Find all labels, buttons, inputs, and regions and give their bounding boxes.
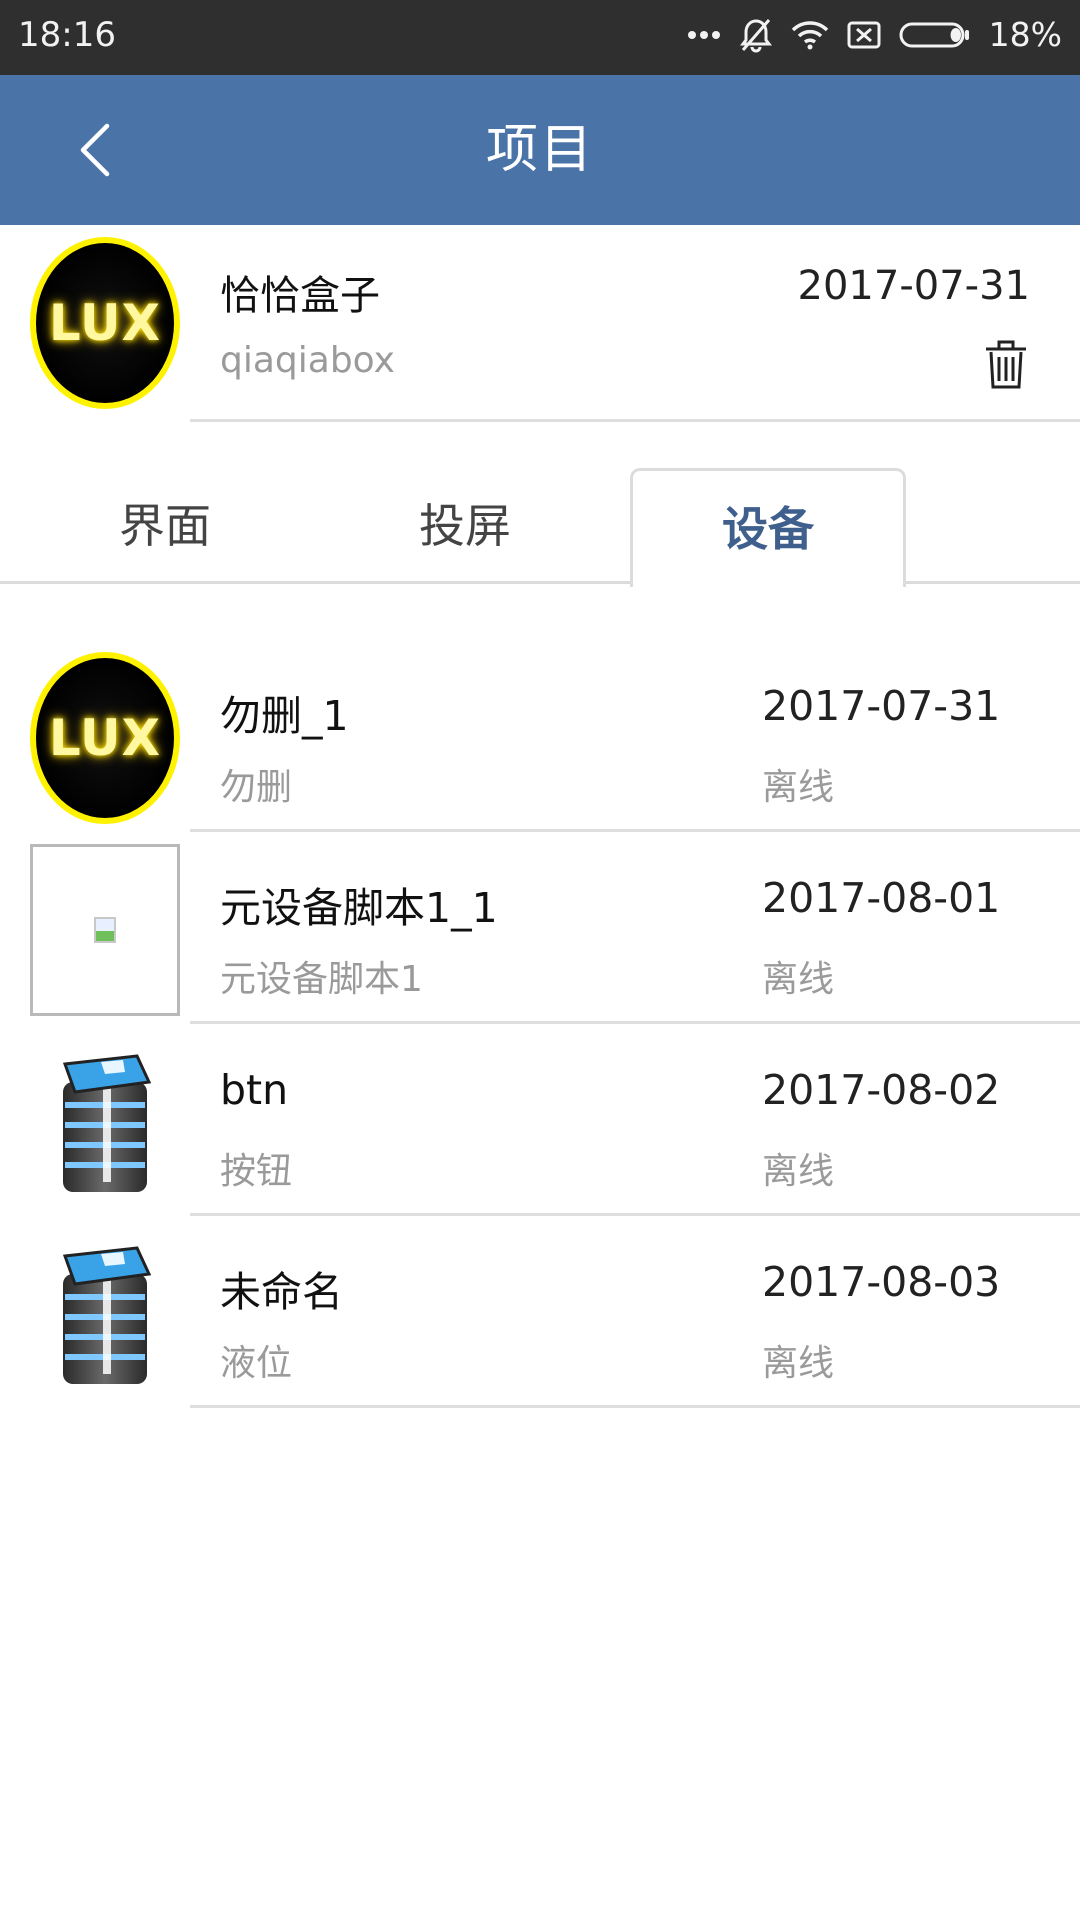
- broken-image-icon: [30, 844, 180, 1016]
- status-time: 18:16: [18, 15, 116, 55]
- device-subtitle: 勿删: [220, 767, 293, 808]
- tab-devices[interactable]: 设备: [630, 468, 906, 587]
- project-avatar: LUX: [30, 237, 180, 409]
- device-subtitle: 液位: [220, 1343, 293, 1384]
- device-name: btn: [220, 1066, 289, 1114]
- list-item[interactable]: 元设备脚本1_1 元设备脚本1 2017-08-01 离线: [0, 832, 1080, 1024]
- more-dots-icon: [687, 30, 721, 40]
- device-name: 勿删_1: [220, 692, 349, 740]
- bell-off-icon: [739, 17, 773, 53]
- trash-icon: [986, 340, 1026, 389]
- avatar-logo-text: LUX: [48, 709, 162, 767]
- device-status: 离线: [762, 1151, 835, 1192]
- server-stack-icon: [30, 1036, 180, 1208]
- status-bar: 18:16 18%: [0, 0, 1080, 75]
- device-date: 2017-08-03: [762, 1258, 1001, 1306]
- status-icons: 18%: [687, 10, 1062, 60]
- list-item[interactable]: btn 按钮 2017-08-02 离线: [0, 1024, 1080, 1216]
- project-date: 2017-07-31: [797, 263, 1030, 309]
- tab-baseline: [0, 581, 1080, 584]
- server-stack-icon: [30, 1228, 180, 1400]
- tab-interface[interactable]: 界面: [60, 468, 270, 584]
- page-title: 项目: [485, 120, 594, 180]
- device-date: 2017-08-02: [762, 1066, 1001, 1114]
- sim-off-icon: [847, 21, 881, 49]
- project-name: 恰恰盒子: [220, 273, 380, 319]
- device-list: LUX 勿删_1 勿删 2017-07-31 离线 元设备脚本1_1 元设备脚本…: [0, 640, 1080, 1408]
- app-header: 项目: [0, 75, 1080, 225]
- device-subtitle: 按钮: [220, 1151, 293, 1192]
- divider: [190, 1405, 1080, 1408]
- battery-percent: 18%: [988, 15, 1062, 54]
- device-thumbnail: LUX: [30, 652, 180, 824]
- device-name: 元设备脚本1_1: [220, 884, 498, 932]
- list-item[interactable]: LUX 勿删_1 勿删 2017-07-31 离线: [0, 640, 1080, 832]
- list-item[interactable]: 未命名 液位 2017-08-03 离线: [0, 1216, 1080, 1408]
- device-date: 2017-08-01: [762, 874, 1001, 922]
- device-name: 未命名: [220, 1268, 343, 1316]
- tab-screencast[interactable]: 投屏: [360, 468, 570, 584]
- battery-icon: [899, 21, 971, 49]
- device-status: 离线: [762, 959, 835, 1000]
- wifi-icon: [791, 20, 829, 50]
- delete-button[interactable]: [984, 340, 1028, 390]
- divider: [190, 419, 1080, 422]
- tab-bar: 界面 投屏 设备: [0, 468, 1080, 587]
- avatar-logo-text: LUX: [48, 294, 162, 352]
- device-status: 离线: [762, 1343, 835, 1384]
- project-subtitle: qiaqiabox: [220, 340, 395, 381]
- device-date: 2017-07-31: [762, 682, 1001, 730]
- project-card[interactable]: LUX 恰恰盒子 qiaqiabox 2017-07-31: [0, 225, 1080, 422]
- device-subtitle: 元设备脚本1: [220, 959, 423, 1000]
- device-status: 离线: [762, 767, 835, 808]
